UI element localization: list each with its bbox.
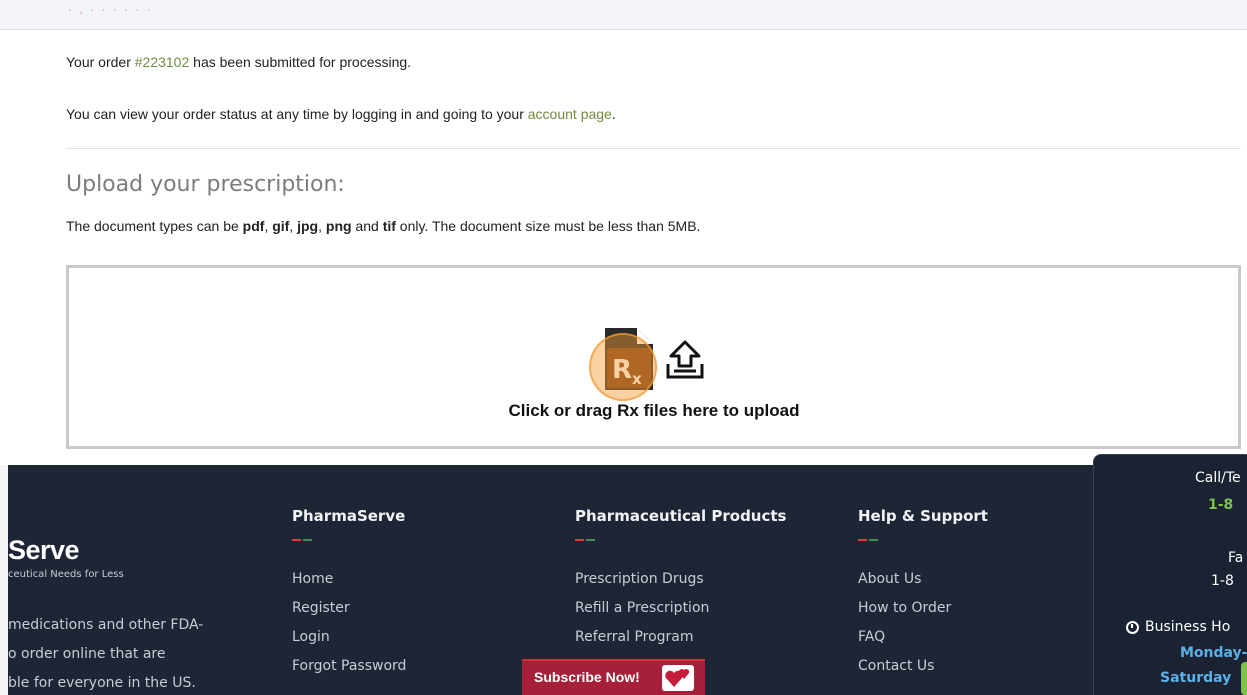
footer-column-pharmaserve: PharmaServe Home Register Login Forgot P…	[292, 507, 406, 687]
phone-number[interactable]: 1-8	[1208, 497, 1233, 513]
separator: ,	[318, 218, 326, 234]
title-accent	[292, 539, 406, 541]
type-tif: tif	[382, 218, 396, 234]
clock-icon	[1126, 620, 1139, 634]
title-accent	[575, 539, 786, 541]
dropzone-label: Click or drag Rx files here to upload	[508, 401, 800, 420]
footer-link-referral[interactable]: Referral Program	[575, 629, 786, 658]
footer-column-title: Pharmaceutical Products	[575, 507, 787, 525]
footer-link-refill[interactable]: Refill a Prescription	[575, 600, 786, 629]
footer-column-title: PharmaServe	[292, 507, 406, 525]
type-jpg: jpg	[297, 218, 319, 234]
note-suffix: only. The document size must be less tha…	[395, 218, 701, 234]
order-suffix-text: has been submitted for processing.	[189, 54, 412, 70]
business-hours-label: Business Ho	[1126, 619, 1230, 635]
footer-tagline: ceutical Needs for Less	[8, 569, 124, 580]
title-accent	[858, 539, 988, 541]
footer-description-line: ble for everyone in the US.	[8, 675, 196, 691]
order-status-message: You can view your order status at any ti…	[66, 106, 616, 122]
type-gif: gif	[272, 218, 290, 234]
call-text-label: Call/Te	[1195, 470, 1241, 486]
separator: ,	[289, 218, 298, 234]
footer-link-register[interactable]: Register	[292, 600, 406, 629]
footer-link-prescription-drugs[interactable]: Prescription Drugs	[575, 571, 786, 600]
weekday-hours: Monday-Fr	[1180, 645, 1247, 661]
status-prefix-text: You can view your order status at any ti…	[66, 106, 528, 122]
upload-tray-icon	[666, 340, 704, 379]
order-prefix-text: Your order	[66, 54, 135, 70]
business-hours-text: Business Ho	[1145, 619, 1231, 635]
contact-side-panel: Call/Te 1-8 Fa 1-8 Business Ho Monday-Fr…	[1093, 454, 1247, 695]
footer-description-line: medications and other FDA-	[8, 617, 204, 633]
footer-description-line: o order online that are	[8, 646, 166, 662]
footer-column-help: Help & Support About Us How to Order FAQ…	[858, 507, 988, 687]
footer-link-forgot-password[interactable]: Forgot Password	[292, 658, 406, 687]
type-png: png	[325, 218, 352, 234]
footer-link-how-to-order[interactable]: How to Order	[858, 600, 988, 629]
footer-link-contact[interactable]: Contact Us	[858, 658, 988, 687]
footer-column-products: Pharmaceutical Products Prescription Dru…	[575, 507, 786, 658]
status-suffix-text: .	[611, 106, 616, 122]
footer-column-title: Help & Support	[858, 507, 988, 525]
subscribe-now-button[interactable]: Subscribe Now!	[522, 659, 705, 695]
saturday-hours: Saturday	[1160, 670, 1232, 686]
site-footer: Serve ceutical Needs for Less medication…	[8, 465, 1247, 695]
faded-banner-text: · , · · · · · ·	[68, 2, 153, 16]
account-page-link[interactable]: account page	[528, 106, 612, 122]
footer-link-home[interactable]: Home	[292, 571, 406, 600]
document-type-note: The document types can be pdf, gif, jpg,…	[66, 218, 700, 234]
click-indicator	[589, 333, 657, 401]
upload-heading: Upload your prescription:	[66, 172, 345, 197]
footer-link-faq[interactable]: FAQ	[858, 629, 988, 658]
footer-link-login[interactable]: Login	[292, 629, 406, 658]
chat-widget-tab[interactable]	[1241, 662, 1247, 695]
footer-link-about[interactable]: About Us	[858, 571, 988, 600]
section-divider	[66, 148, 1241, 149]
footer-description: medications and other FDA- o order onlin…	[8, 611, 203, 695]
rx-upload-dropzone[interactable]: R x Click or drag Rx files here to uploa…	[66, 265, 1241, 449]
fax-label: Fa	[1228, 550, 1244, 566]
order-submitted-message: Your order #223102 has been submitted fo…	[66, 54, 411, 70]
order-number-link[interactable]: #223102	[135, 54, 190, 70]
hearts-icon	[662, 665, 694, 691]
type-pdf: pdf	[242, 218, 265, 234]
footer-brand-logo[interactable]: Serve	[8, 535, 80, 566]
top-banner-strip: · , · · · · · ·	[0, 0, 1247, 30]
note-prefix: The document types can be	[66, 218, 243, 234]
fax-number: 1-8	[1211, 573, 1234, 589]
separator-and: and	[351, 218, 383, 234]
subscribe-label: Subscribe Now!	[534, 669, 640, 685]
